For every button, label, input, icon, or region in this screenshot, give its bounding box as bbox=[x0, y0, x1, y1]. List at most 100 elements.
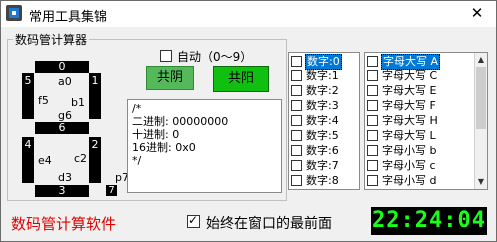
list-item-checkbox[interactable] bbox=[367, 144, 378, 156]
list-item-checkbox[interactable] bbox=[291, 174, 302, 186]
list-item-checkbox[interactable] bbox=[291, 114, 302, 126]
info-line: */ bbox=[132, 154, 142, 167]
letters-list[interactable]: 字母大写 A 字母大写 C 字母大写 E 字母大写 F 字母大写 H 字母大写 … bbox=[364, 52, 488, 190]
always-on-top-checkbox[interactable] bbox=[187, 213, 200, 228]
close-button[interactable]: ✕ bbox=[463, 3, 491, 23]
segment-d-number: 3 bbox=[58, 184, 66, 197]
list-item-checkbox[interactable] bbox=[367, 69, 378, 81]
list-item-checkbox[interactable] bbox=[291, 55, 302, 67]
common-cathode-label: 共阴 bbox=[156, 70, 183, 85]
digits-list[interactable]: 数字:0 数字:1 数字:2 数字:3 数字:4 数字:5 数字:6 数字:7 … bbox=[288, 52, 360, 190]
list-item-label: 数字:3 bbox=[306, 99, 339, 112]
always-on-top-label: 始终在窗口的最前面 bbox=[206, 216, 332, 232]
segment-c[interactable]: 2 bbox=[89, 137, 101, 183]
list-item-checkbox[interactable] bbox=[367, 55, 378, 67]
segment-e-number: 4 bbox=[24, 138, 32, 151]
info-line: 16进制: 0x0 bbox=[132, 141, 196, 154]
list-item[interactable]: 字母小写 c bbox=[367, 159, 437, 173]
list-item[interactable]: 字母大写 F bbox=[367, 99, 437, 113]
segment-f-number: 5 bbox=[24, 74, 32, 87]
list-item-checkbox[interactable] bbox=[291, 99, 302, 111]
segment-b-label: b1 bbox=[71, 96, 85, 109]
list-item-checkbox[interactable] bbox=[367, 129, 378, 141]
list-item[interactable]: 数字:8 bbox=[291, 174, 340, 188]
group-label: 数码管计算器 bbox=[13, 31, 90, 48]
list-item-label: 字母大写 F bbox=[382, 99, 436, 112]
list-item-checkbox[interactable] bbox=[367, 84, 378, 96]
segment-dp[interactable]: 7 bbox=[106, 185, 117, 196]
common-cathode-button[interactable]: 共阴 bbox=[146, 66, 194, 90]
list-item[interactable]: 数字:6 bbox=[291, 144, 340, 158]
list-item[interactable]: 数字:3 bbox=[291, 99, 340, 113]
info-line: 十进制: 0 bbox=[132, 128, 180, 141]
scroll-thumb[interactable] bbox=[476, 67, 486, 129]
list-item-label: 字母大写 L bbox=[382, 129, 436, 142]
list-item[interactable]: 数字:2 bbox=[291, 84, 340, 98]
clock-display: 22:24:04 bbox=[371, 207, 487, 235]
list-item-checkbox[interactable] bbox=[367, 174, 378, 186]
window-title: 常用工具集锦 bbox=[29, 10, 108, 25]
segment-a-label: a0 bbox=[58, 75, 72, 88]
common-anode-label: 共阳 bbox=[227, 71, 254, 86]
list-item-label: 字母大写 H bbox=[382, 114, 438, 127]
list-item-label: 数字:1 bbox=[306, 69, 339, 82]
segment-a[interactable]: 0 bbox=[35, 61, 89, 73]
list-item[interactable]: 字母大写 A bbox=[367, 54, 441, 70]
list-item-label: 字母小写 d bbox=[382, 174, 437, 187]
list-item-label: 数字:7 bbox=[306, 159, 339, 172]
list-item-checkbox[interactable] bbox=[367, 99, 378, 111]
list-item-label: 数字:2 bbox=[306, 84, 339, 97]
list-item-checkbox[interactable] bbox=[291, 69, 302, 81]
list-item[interactable]: 数字:5 bbox=[291, 129, 340, 143]
scroll-down-icon[interactable]: ▼ bbox=[475, 176, 487, 188]
list-item[interactable]: 数字:4 bbox=[291, 114, 340, 128]
segment-b-number: 1 bbox=[91, 74, 99, 87]
list-item-label: 字母大写 C bbox=[382, 69, 438, 82]
list-item-label: 字母大写 A bbox=[381, 54, 441, 70]
segment-d-label: d3 bbox=[58, 171, 72, 184]
list-item[interactable]: 数字:7 bbox=[291, 159, 340, 173]
scroll-up-icon[interactable]: ▲ bbox=[475, 54, 487, 66]
list-item-label: 数字:0 bbox=[305, 54, 342, 70]
list-item-label: 数字:4 bbox=[306, 114, 339, 127]
list-item-checkbox[interactable] bbox=[291, 84, 302, 96]
app-name-label: 数码管计算软件 bbox=[11, 215, 117, 233]
list-item-label: 数字:8 bbox=[306, 174, 339, 187]
list-item-checkbox[interactable] bbox=[291, 129, 302, 141]
list-item[interactable]: 字母大写 L bbox=[367, 129, 437, 143]
segment-e[interactable]: 4 bbox=[22, 137, 34, 183]
segment-f[interactable]: 5 bbox=[22, 73, 34, 119]
app-icon bbox=[6, 5, 22, 21]
list-item-checkbox[interactable] bbox=[291, 144, 302, 156]
common-anode-button[interactable]: 共阳 bbox=[213, 66, 269, 92]
list-item-label: 数字:6 bbox=[306, 144, 339, 157]
list-item[interactable]: 字母小写 d bbox=[367, 174, 437, 188]
list-item-checkbox[interactable] bbox=[367, 114, 378, 126]
info-line: /* bbox=[132, 102, 142, 115]
list-item[interactable]: 字母小写 b bbox=[367, 144, 437, 158]
segment-c-label: c2 bbox=[74, 152, 88, 165]
close-icon: ✕ bbox=[470, 4, 484, 22]
segment-d[interactable]: 3 bbox=[35, 185, 89, 197]
letters-scrollbar[interactable]: ▲ ▼ bbox=[474, 53, 487, 189]
auto-label: 自动（0～9） bbox=[177, 50, 253, 64]
list-item-label: 字母小写 c bbox=[382, 159, 436, 172]
segment-g-number: 6 bbox=[58, 121, 66, 134]
segment-b[interactable]: 1 bbox=[89, 73, 101, 119]
segment-c-number: 2 bbox=[91, 138, 99, 151]
auto-checkbox[interactable] bbox=[160, 50, 172, 62]
list-item-label: 字母大写 E bbox=[382, 84, 437, 97]
segment-g[interactable]: 6 bbox=[35, 122, 89, 134]
segment-f-label: f5 bbox=[38, 94, 49, 107]
list-item[interactable]: 数字:1 bbox=[291, 69, 340, 83]
list-item[interactable]: 字母大写 H bbox=[367, 114, 439, 128]
list-item-checkbox[interactable] bbox=[367, 159, 378, 171]
segment-e-label: e4 bbox=[38, 154, 52, 167]
code-output-box[interactable]: /* 二进制: 00000000 十进制: 0 16进制: 0x0 */ bbox=[127, 99, 282, 193]
list-item[interactable]: 数字:0 bbox=[291, 54, 342, 70]
list-item[interactable]: 字母大写 C bbox=[367, 69, 438, 83]
title-bar: 常用工具集锦 ✕ bbox=[1, 1, 496, 27]
list-item[interactable]: 字母大写 E bbox=[367, 84, 437, 98]
list-item-checkbox[interactable] bbox=[291, 159, 302, 171]
main-window: 常用工具集锦 ✕ 数码管计算器 0 5 1 a0 f5 b1 g6 6 4 2 … bbox=[0, 0, 497, 242]
